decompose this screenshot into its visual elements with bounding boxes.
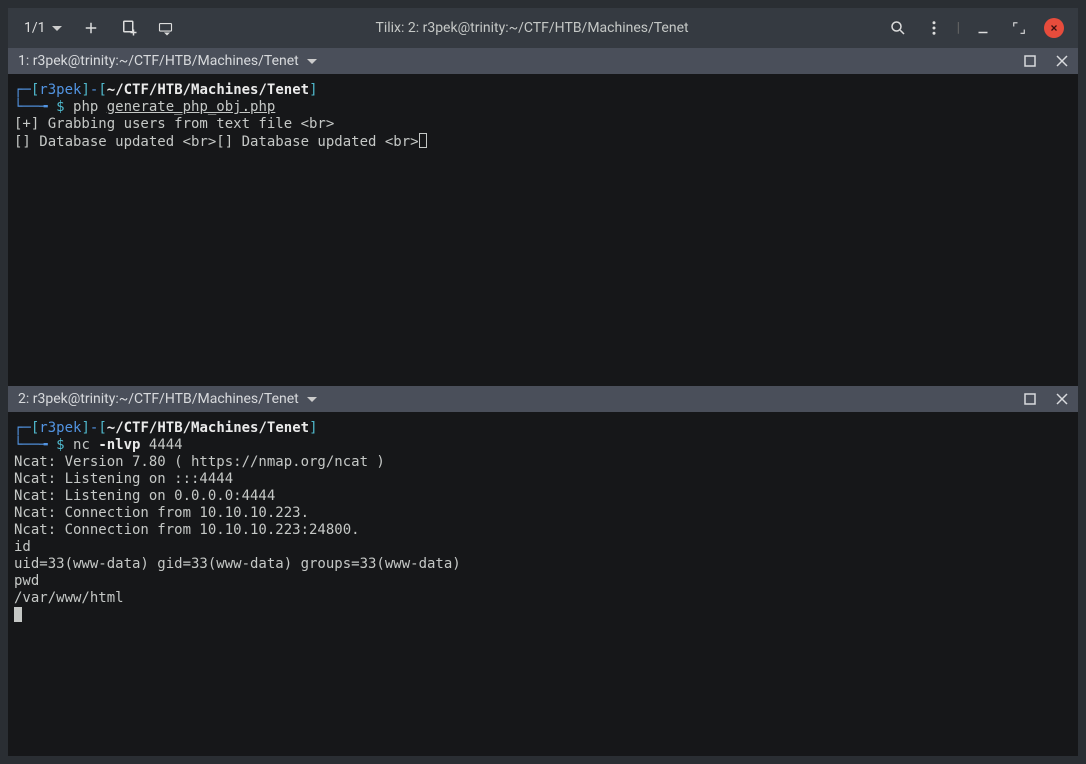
separator: |: [953, 20, 964, 36]
maximize-button[interactable]: [1002, 11, 1036, 45]
search-button[interactable]: [881, 11, 915, 45]
bracket-icon: ]: [309, 420, 317, 436]
bracket-icon: [: [98, 82, 106, 98]
bracket-icon: ]: [81, 82, 89, 98]
session-switcher[interactable]: 1/1: [16, 16, 70, 40]
terminal-2[interactable]: ┌─[r3pek]-[~/CTF/HTB/Machines/Tenet] └──…: [8, 412, 1078, 756]
cursor-icon: [14, 607, 22, 622]
add-terminal-down-button[interactable]: [112, 11, 146, 45]
pane-close-icon[interactable]: [1056, 393, 1068, 405]
pane-1-controls: [1024, 55, 1068, 67]
chevron-down-icon: [52, 26, 62, 31]
terminal-pane-2: 2: r3pek@trinity:~/CTF/HTB/Machines/Tene…: [8, 386, 1078, 756]
app-window: 1/1: [0, 0, 1086, 764]
terminal-1[interactable]: ┌─[r3pek]-[~/CTF/HTB/Machines/Tenet] └──…: [8, 74, 1078, 386]
dollar-icon: $: [56, 437, 73, 453]
terminal-pane-1: 1: r3pek@trinity:~/CTF/HTB/Machines/Tene…: [8, 48, 1078, 386]
cursor-icon: [419, 133, 427, 148]
pane-close-icon[interactable]: [1056, 55, 1068, 67]
window-title: Tilix: 2: r3pek@trinity:~/CTF/HTB/Machin…: [184, 20, 881, 36]
session-label: 1/1: [24, 20, 46, 36]
pane-maximize-icon[interactable]: [1024, 55, 1036, 67]
pane-1-title-wrap: 1: r3pek@trinity:~/CTF/HTB/Machines/Tene…: [18, 53, 317, 69]
sync-input-button[interactable]: [150, 11, 184, 45]
prompt-user: r3pek: [39, 420, 81, 436]
app-inner: 1/1: [8, 8, 1078, 756]
output-line: uid=33(www-data) gid=33(www-data) groups…: [14, 556, 461, 572]
titlebar-left: 1/1: [16, 11, 184, 45]
pane-maximize-icon[interactable]: [1024, 393, 1036, 405]
output-line: Ncat: Listening on 0.0.0.0:4444: [14, 488, 275, 504]
prompt-path: ~/CTF/HTB/Machines/Tenet: [107, 420, 309, 436]
output-line: Ncat: Connection from 10.10.10.223:24800…: [14, 522, 360, 538]
titlebar-right: |: [881, 11, 1070, 45]
bracket-icon: ]: [309, 82, 317, 98]
output-line: /var/www/html: [14, 590, 124, 606]
chevron-down-icon: [307, 397, 317, 402]
add-terminal-button[interactable]: [74, 11, 108, 45]
pane-1-title: 1: r3pek@trinity:~/CTF/HTB/Machines/Tene…: [18, 53, 299, 69]
pane-1-header[interactable]: 1: r3pek@trinity:~/CTF/HTB/Machines/Tene…: [8, 48, 1078, 74]
cmd-port: 4444: [140, 437, 182, 453]
pane-2-header[interactable]: 2: r3pek@trinity:~/CTF/HTB/Machines/Tene…: [8, 386, 1078, 412]
menu-button[interactable]: [917, 11, 951, 45]
pane-2-title: 2: r3pek@trinity:~/CTF/HTB/Machines/Tene…: [18, 391, 299, 407]
output-line: [+] Grabbing users from text file <br>: [14, 116, 334, 132]
bracket-icon: ]: [81, 420, 89, 436]
dollar-icon: $: [56, 99, 73, 115]
pane-2-title-wrap: 2: r3pek@trinity:~/CTF/HTB/Machines/Tene…: [18, 391, 317, 407]
chevron-down-icon: [307, 59, 317, 64]
output-line: Ncat: Version 7.80 ( https://nmap.org/nc…: [14, 454, 385, 470]
output-line: pwd: [14, 573, 39, 589]
output-line: Ncat: Connection from 10.10.10.223.: [14, 505, 309, 521]
cmd-prefix: php: [73, 99, 107, 115]
output-line: Ncat: Listening on :::4444: [14, 471, 233, 487]
prompt-path: ~/CTF/HTB/Machines/Tenet: [107, 82, 309, 98]
output-line: id: [14, 539, 31, 555]
minimize-button[interactable]: [966, 11, 1000, 45]
prompt-user: r3pek: [39, 82, 81, 98]
bracket-icon: [: [98, 420, 106, 436]
close-button[interactable]: [1044, 18, 1064, 38]
pane-2-controls: [1024, 393, 1068, 405]
cmd-prefix: nc: [73, 437, 98, 453]
cmd-arg: generate_php_obj.php: [107, 99, 276, 115]
output-line: [] Database updated <br>[] Database upda…: [14, 134, 419, 150]
cmd-flags: -nlvp: [98, 437, 140, 453]
titlebar: 1/1: [8, 8, 1078, 48]
